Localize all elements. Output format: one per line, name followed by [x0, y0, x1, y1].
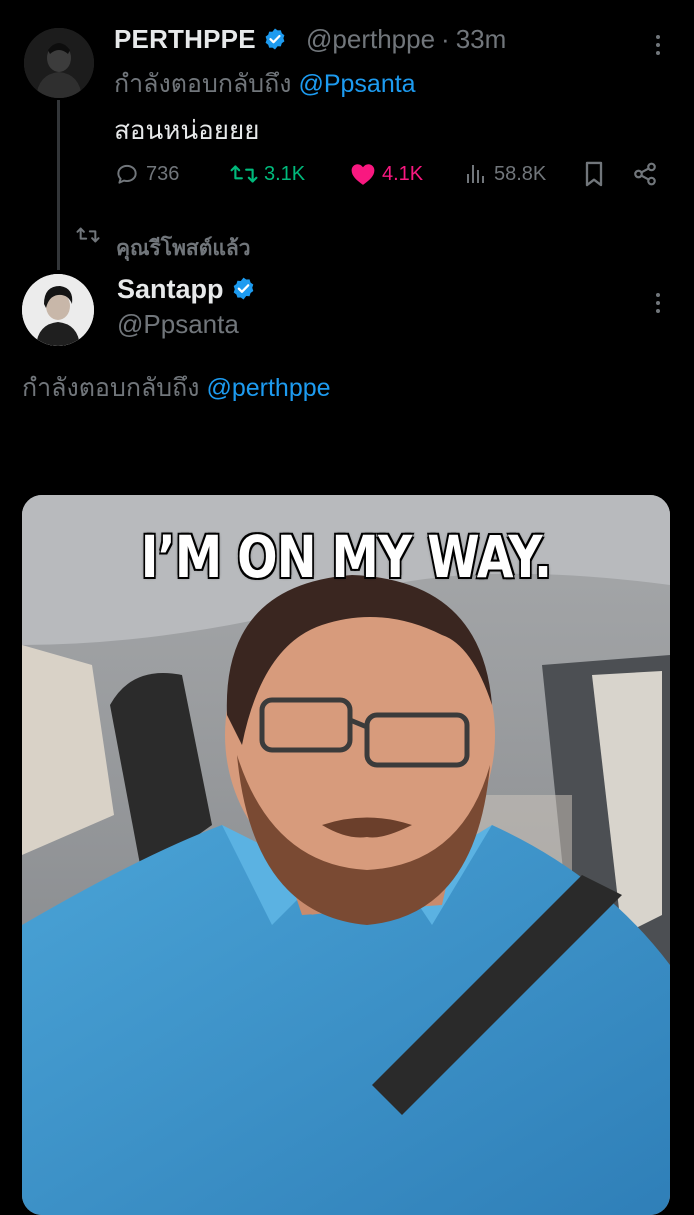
- author-handle[interactable]: @perthppe: [306, 24, 435, 54]
- view-count: 58.8K: [494, 162, 547, 185]
- more-options-button[interactable]: [646, 28, 670, 62]
- verified-badge-icon: [231, 276, 256, 308]
- reply-button[interactable]: 736: [114, 158, 179, 190]
- thread-connector-line: [57, 100, 60, 270]
- repost-count: 3.1K: [264, 162, 306, 185]
- replying-to-prefix: กำลังตอบกลับถึง: [22, 374, 200, 402]
- repost-label[interactable]: คุณรีโพสต์แล้ว: [116, 232, 251, 265]
- gif-frame-illustration: [22, 495, 670, 1215]
- more-options-button[interactable]: [646, 286, 670, 320]
- replying-to-prefix: กำลังตอบกลับถึง: [114, 70, 292, 98]
- replying-to-line: กำลังตอบกลับถึง @perthppe: [22, 368, 331, 408]
- author-display-name[interactable]: Santapp: [117, 274, 256, 308]
- bar-chart-icon: [464, 162, 488, 186]
- heart-icon: [350, 162, 376, 186]
- gif-caption-text: I’M ON MY WAY.: [140, 523, 552, 591]
- share-icon: [632, 161, 658, 187]
- author-meta: @perthppe · 33m: [306, 24, 506, 55]
- share-button[interactable]: [632, 158, 658, 190]
- more-dots-icon: [656, 293, 660, 297]
- reply-count: 736: [146, 162, 180, 185]
- verified-badge-icon: [263, 27, 287, 58]
- author-handle[interactable]: @Ppsanta: [117, 309, 239, 340]
- like-count: 4.1K: [382, 162, 424, 185]
- bookmark-button[interactable]: [582, 158, 606, 190]
- bookmark-icon: [582, 160, 606, 188]
- post-text: สอนหน่อยยย: [114, 115, 260, 145]
- like-button[interactable]: 4.1K: [350, 158, 423, 190]
- author-display-name[interactable]: PERTHPPE: [114, 24, 287, 58]
- replying-to-mention[interactable]: @Ppsanta: [298, 70, 415, 98]
- avatar-santapp[interactable]: [22, 274, 94, 346]
- post-media-gif[interactable]: I’M ON MY WAY.: [22, 495, 670, 1215]
- avatar-perthppe[interactable]: [24, 28, 94, 98]
- views-button[interactable]: 58.8K: [464, 158, 546, 190]
- repost-indicator-icon: [76, 224, 100, 251]
- meta-separator: ·: [441, 24, 450, 54]
- repost-button[interactable]: 3.1K: [230, 158, 305, 190]
- replying-to-line: กำลังตอบกลับถึง @Ppsanta: [114, 64, 416, 104]
- repost-arrows-icon: [230, 161, 258, 187]
- post-timestamp[interactable]: 33m: [456, 24, 507, 54]
- more-dots-icon: [656, 35, 660, 39]
- speech-bubble-icon: [114, 161, 140, 187]
- replying-to-mention[interactable]: @perthppe: [206, 374, 330, 402]
